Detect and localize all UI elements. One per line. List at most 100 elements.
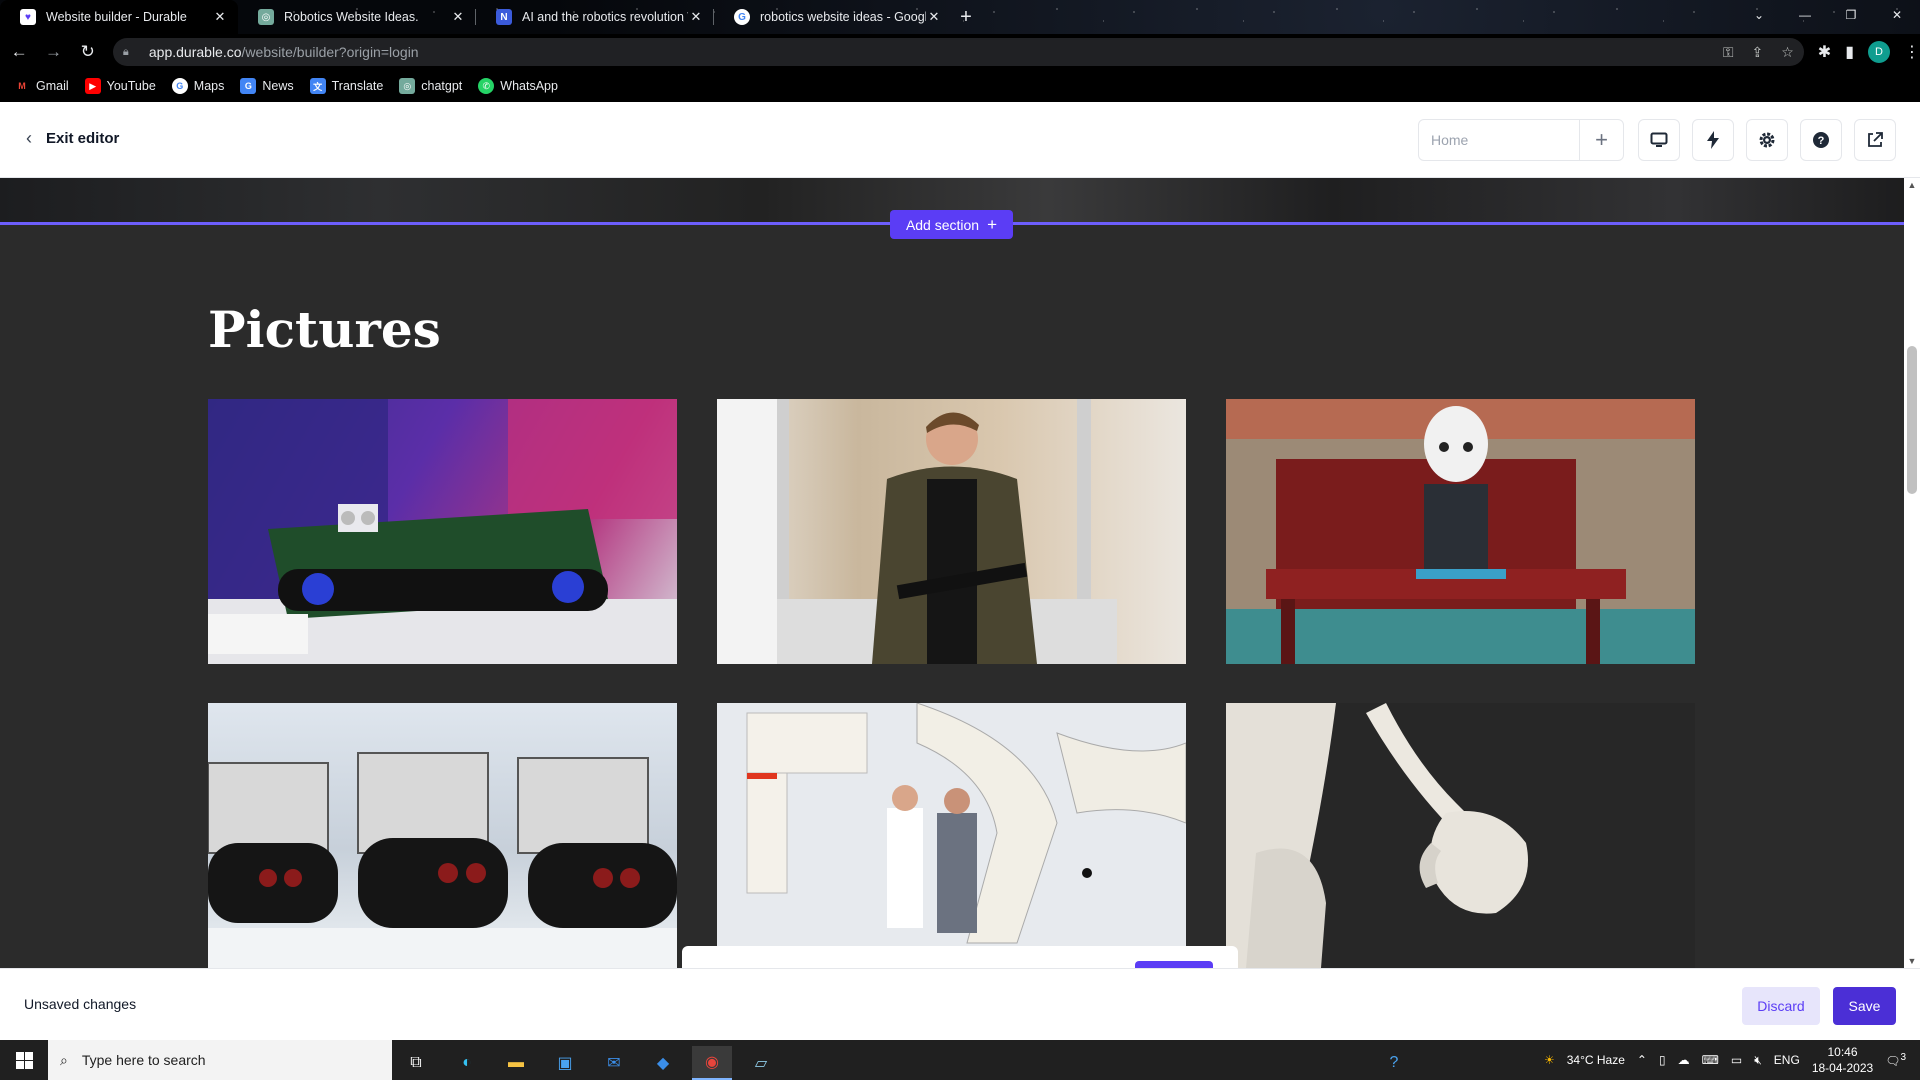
tray-app-icon[interactable]: ▯ bbox=[1659, 1053, 1666, 1067]
extensions-icon[interactable]: ✱ bbox=[1818, 42, 1831, 62]
onedrive-icon[interactable]: ☁ bbox=[1678, 1053, 1690, 1067]
robot-row-illustration bbox=[208, 752, 677, 968]
start-button[interactable] bbox=[0, 1040, 48, 1080]
gallery-image-robot-row[interactable] bbox=[208, 703, 677, 968]
google-icon: G bbox=[734, 9, 750, 25]
address-bar[interactable]: 🔒︎ app.durable.co/website/builder?origin… bbox=[112, 38, 1804, 66]
scrollbar-thumb[interactable] bbox=[1907, 346, 1917, 494]
humanoid-robot-illustration bbox=[1226, 399, 1695, 664]
lock-icon: 🔒︎ bbox=[122, 45, 129, 58]
tab-title: AI and the robotics revolution W bbox=[522, 10, 688, 24]
minimize-icon[interactable]: — bbox=[1782, 0, 1828, 30]
volume-muted-icon[interactable]: 🔇︎ bbox=[1754, 1053, 1762, 1068]
file-explorer-icon[interactable]: ▬ bbox=[496, 1046, 536, 1080]
network-icon[interactable]: ⌨ bbox=[1702, 1053, 1719, 1067]
menu-kebab-icon[interactable]: ⋮ bbox=[1904, 42, 1920, 62]
save-bar: Unsaved changes Discard Save bbox=[0, 968, 1920, 1040]
question-circle-icon: ? bbox=[1813, 132, 1829, 148]
weather-text[interactable]: 34°C Haze bbox=[1567, 1053, 1625, 1067]
bookmark-label: Maps bbox=[193, 79, 225, 93]
clock[interactable]: 10:46 18-04-2023 bbox=[1812, 1044, 1873, 1076]
new-tab-button[interactable]: + bbox=[952, 0, 980, 34]
monitor-icon bbox=[1650, 132, 1668, 147]
svg-text:?: ? bbox=[1818, 135, 1825, 147]
bookmark-chatgpt[interactable]: ◎ chatgpt bbox=[399, 78, 462, 94]
bookmark-star-icon[interactable]: ☆ bbox=[1781, 44, 1794, 61]
close-tab-icon[interactable]: ✕ bbox=[926, 9, 942, 25]
side-panel-icon[interactable]: ▮ bbox=[1845, 42, 1854, 62]
bookmark-translate[interactable]: 文 Translate bbox=[309, 78, 383, 94]
forward-icon[interactable]: → bbox=[38, 36, 68, 68]
whatsapp-icon: ✆ bbox=[478, 78, 495, 94]
industrial-robot-illustration bbox=[717, 703, 1186, 946]
notepad-icon[interactable]: ▱ bbox=[741, 1046, 781, 1080]
language-indicator[interactable]: ENG bbox=[1774, 1053, 1800, 1067]
notification-icon[interactable]: 🗨︎3 bbox=[1885, 1052, 1906, 1068]
tab-website-builder[interactable]: ♥ Website builder - Durable ✕ bbox=[0, 0, 238, 34]
gallery-image-humanoid-bench[interactable] bbox=[1226, 399, 1695, 664]
tray-expand-icon[interactable]: ⌃ bbox=[1637, 1053, 1647, 1067]
scroll-down-icon[interactable]: ▼ bbox=[1907, 956, 1917, 966]
desktop-preview-button[interactable] bbox=[1638, 119, 1680, 161]
engineer-illustration bbox=[717, 399, 1117, 664]
back-icon[interactable]: ← bbox=[4, 36, 34, 68]
bookmark-gmail[interactable]: M Gmail bbox=[14, 78, 68, 94]
page-selector[interactable]: Home + bbox=[1418, 119, 1624, 161]
bookmark-youtube[interactable]: ▶ YouTube bbox=[84, 78, 156, 94]
help-app-icon[interactable]: ? bbox=[1374, 1046, 1414, 1080]
profile-avatar[interactable]: D bbox=[1868, 41, 1891, 63]
tab-ai-robotics[interactable]: N AI and the robotics revolution W ✕ bbox=[476, 0, 714, 34]
chrome-icon[interactable]: ◉ bbox=[692, 1046, 732, 1080]
reload-icon[interactable]: ↻ bbox=[73, 36, 103, 68]
add-section-button[interactable]: Add section + bbox=[890, 210, 1013, 239]
section-title[interactable]: Pictures bbox=[208, 300, 441, 359]
canvas-scrollbar[interactable]: ▲ ▼ bbox=[1904, 178, 1920, 968]
gallery-image-kawasaki-robot[interactable] bbox=[717, 703, 1186, 946]
gear-icon bbox=[1759, 132, 1775, 148]
tab-title: Robotics Website Ideas. bbox=[284, 10, 419, 24]
tab-google-search[interactable]: G robotics website ideas - Google ✕ bbox=[714, 0, 952, 34]
close-window-icon[interactable]: ✕ bbox=[1874, 0, 1920, 30]
notification-count: 3 bbox=[1900, 1052, 1906, 1063]
settings-button[interactable] bbox=[1746, 119, 1788, 161]
bookmark-whatsapp[interactable]: ✆ WhatsApp bbox=[478, 78, 558, 94]
store-icon[interactable]: ▣ bbox=[545, 1046, 585, 1080]
discard-button[interactable]: Discard bbox=[1742, 987, 1820, 1025]
floating-toolbar-button[interactable] bbox=[1135, 961, 1213, 968]
display-icon[interactable]: ▭ bbox=[1731, 1053, 1742, 1067]
gallery-image-robot-hand[interactable] bbox=[1226, 703, 1695, 968]
exit-editor-button[interactable]: ‹ Exit editor bbox=[26, 128, 119, 149]
windows-logo-icon bbox=[15, 1051, 33, 1069]
tab-title: robotics website ideas - Google bbox=[760, 10, 926, 24]
close-tab-icon[interactable]: ✕ bbox=[450, 9, 466, 25]
scroll-up-icon[interactable]: ▲ bbox=[1907, 180, 1917, 190]
edge-icon[interactable]: ◐ bbox=[447, 1046, 487, 1080]
bookmark-news[interactable]: G News bbox=[240, 78, 294, 94]
close-tab-icon[interactable]: ✕ bbox=[688, 9, 704, 25]
bookmark-label: YouTube bbox=[106, 79, 156, 93]
windows-taskbar: ⌕ Type here to search ⧉ ◐ ▬ ▣ ✉ ◆ ◉ ▱ ? … bbox=[0, 1040, 1920, 1080]
tab-search-icon[interactable]: ⌄ bbox=[1736, 0, 1782, 30]
tab-robotics-ideas[interactable]: ◎ Robotics Website Ideas. ✕ bbox=[238, 0, 476, 34]
open-external-button[interactable] bbox=[1854, 119, 1896, 161]
robot-kit-illustration bbox=[208, 399, 677, 664]
bookmark-maps[interactable]: G Maps bbox=[171, 78, 225, 94]
youtube-icon: ▶ bbox=[84, 78, 101, 94]
system-tray: ☀ 34°C Haze ⌃ ▯ ☁ ⌨ ▭ 🔇︎ ENG 10:46 18-04… bbox=[1544, 1040, 1920, 1080]
help-button[interactable]: ? bbox=[1800, 119, 1842, 161]
gallery-image-engineer-keyboard[interactable] bbox=[717, 399, 1186, 664]
mail-icon[interactable]: ✉ bbox=[594, 1046, 634, 1080]
gallery-image-tracked-robot[interactable] bbox=[208, 399, 677, 664]
restore-icon[interactable]: ❐ bbox=[1828, 0, 1874, 30]
news-icon: G bbox=[240, 78, 257, 94]
add-page-button[interactable]: + bbox=[1579, 120, 1623, 160]
task-view-icon[interactable]: ⧉ bbox=[396, 1046, 436, 1080]
taskbar-search-box[interactable]: ⌕ Type here to search bbox=[48, 1040, 392, 1080]
key-icon[interactable]: ⚿ bbox=[1723, 44, 1734, 61]
save-button[interactable]: Save bbox=[1833, 987, 1896, 1025]
close-tab-icon[interactable]: ✕ bbox=[212, 9, 228, 25]
mysql-icon[interactable]: ◆ bbox=[643, 1046, 683, 1080]
share-icon[interactable]: ⇪ bbox=[1752, 44, 1764, 61]
ai-generate-button[interactable] bbox=[1692, 119, 1734, 161]
navigation-bar: ← → ↻ 🔒︎ app.durable.co/website/builder?… bbox=[0, 34, 1920, 70]
